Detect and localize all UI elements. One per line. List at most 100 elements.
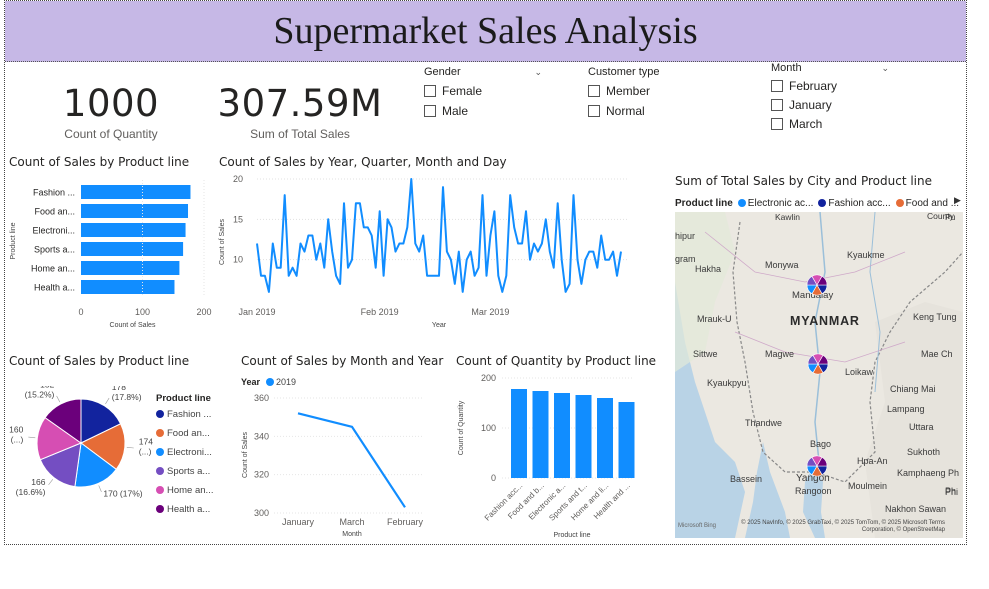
tick-label: 10 [233,255,243,265]
legend-item: Electroni... [167,447,212,458]
bar-chart-title: Count of Sales by Product line [9,155,190,169]
gender-slicer[interactable]: Gender ⌄ Female Male [424,66,542,118]
map-country-label: MYANMAR [790,314,860,328]
tick-label: February [387,517,424,527]
map-place-label: Mrauk-U [697,314,732,324]
legend-title: Product line [156,393,211,404]
kpi-card-quantity[interactable]: 1000 Count of Quantity [46,82,176,141]
map-place-label: Pu [945,212,956,222]
data-label: 170 (17%) [103,489,142,499]
column-chart-title: Count of Quantity by Product line [456,354,657,368]
chevron-down-icon[interactable]: ⌄ [881,63,889,74]
legend-item: Fashion ... [167,409,211,420]
data-label: 174 [139,436,153,446]
pie-chart-product-line[interactable]: 178(17.8%)174(...)170 (17%)166(16.6%)160… [5,386,230,521]
map-legend-item[interactable]: Fashion acc... [828,198,890,209]
checkbox[interactable] [588,85,600,97]
map-place-label: gram [675,254,696,264]
checkbox[interactable] [424,105,436,117]
chevron-down-icon[interactable]: ⌄ [534,67,542,78]
bar [81,223,186,237]
bar [81,261,180,275]
line-chart-daily-sales[interactable]: 10 15 20 Jan 2019 Feb 2019 Mar 2019 Year Count … [215,170,635,332]
map-place-label: Rangoon [795,486,832,496]
slicer-option-label: March [789,117,823,131]
kpi-card-total-sales[interactable]: 307.59M Sum of Total Sales [212,82,388,141]
tick-label: 360 [254,393,269,403]
kpi-value: 1000 [62,82,160,125]
slicer-option-member[interactable]: Member [588,84,698,98]
slicer-title: Gender [424,66,461,78]
slicer-option-label: Male [442,104,469,118]
report-title-banner: Supermarket Sales Analysis [5,1,966,62]
slicer-title: Customer type [588,66,660,78]
leader-line [126,447,134,449]
tick-label: 200 [196,307,211,317]
map-place-label: Kyaukpyu [707,378,747,388]
slicer-option-male[interactable]: Male [424,104,542,118]
category-label: Fashion ... [33,188,75,198]
bar-chart-product-line[interactable]: Fashion ... Food an... Electroni... Sports … [5,175,215,333]
map-place-label: Kyaukme [847,250,885,260]
category-label: Home an... [31,264,75,274]
slicer-option-female[interactable]: Female [424,84,542,98]
data-label: (...) [139,446,152,456]
kpi-label: Count of Quantity [64,127,158,141]
column-bar [618,402,635,478]
legend-scroll-right-icon[interactable]: ▶ [954,196,961,206]
bing-logo: Microsoft Bing [678,523,717,529]
slicer-option-label: Normal [606,104,645,118]
checkbox[interactable] [424,85,436,97]
customer-type-slicer[interactable]: Customer type Member Normal [588,66,698,118]
column-bar [597,398,613,478]
slicer-option-march[interactable]: March [771,117,889,131]
slicer-option-label: Member [606,84,651,98]
map-place-label: Sittwe [693,349,718,359]
slicer-option-january[interactable]: January [771,98,889,112]
category-label: Electroni... [32,226,75,236]
y-axis-title: Product line [10,222,17,259]
data-label: (17.8%) [112,392,142,402]
leader-line [28,436,36,439]
checkbox[interactable] [771,99,783,111]
y-axis-title: Count of Quantity [458,400,465,455]
data-label: (16.6%) [16,487,46,497]
map-place-label: Uttara [909,422,934,432]
x-axis-title: Year [432,322,447,329]
y-axis-title: Count of Sales [219,219,226,265]
map-legend-item[interactable]: Electronic ac... [748,198,814,209]
slicer-option-normal[interactable]: Normal [588,104,698,118]
kpi-label: Sum of Total Sales [250,127,350,141]
column-chart-quantity[interactable]: 0100200Fashion acc...Food and b...Electr… [452,368,642,540]
line-chart-monthly-sales[interactable]: Year 2019 300 320 340 360 January March February… [236,370,436,540]
tick-label: 340 [254,431,269,441]
bar [81,204,189,218]
checkbox[interactable] [771,118,783,130]
tick-label: March [339,517,364,527]
data-label: 166 [31,477,45,487]
map-attribution: © 2025 NavInfo, © 2025 GrabTaxi, © 2025 … [741,520,945,534]
map-place-label: hipur [675,231,695,241]
map-legend: Product line Electronic ac... Fashion ac… [675,196,963,210]
map-legend-item[interactable]: Food and ... [906,198,959,209]
checkbox[interactable] [771,80,783,92]
y-axis-title: Count of Sales [242,432,249,478]
series-line [297,412,406,508]
slicer-title: Month [771,62,802,74]
legend-marker [266,378,274,386]
map-place-label: Kamphaeng Ph [897,468,959,478]
checkbox[interactable] [588,105,600,117]
category-label: Food an... [34,207,75,217]
map-place-label: Mae Ch [921,349,953,359]
map-place-label: Monywa [765,260,799,270]
map-visual[interactable]: Kawlin Kyaukme Monywa Mandalay Hakha Mrauk-U K… [675,212,963,538]
legend-item: 2019 [276,377,296,387]
legend-marker [156,410,164,418]
leader-line [48,479,54,486]
slicer-option-february[interactable]: February [771,79,889,93]
month-slicer[interactable]: Month ⌄ February January March [771,62,889,131]
legend-item: Home an... [167,485,213,496]
tick-label: 15 [233,214,243,224]
map-place-label: Moulmein [848,481,887,491]
attribution-line: Corporation, © OpenStreetMap [861,527,945,534]
